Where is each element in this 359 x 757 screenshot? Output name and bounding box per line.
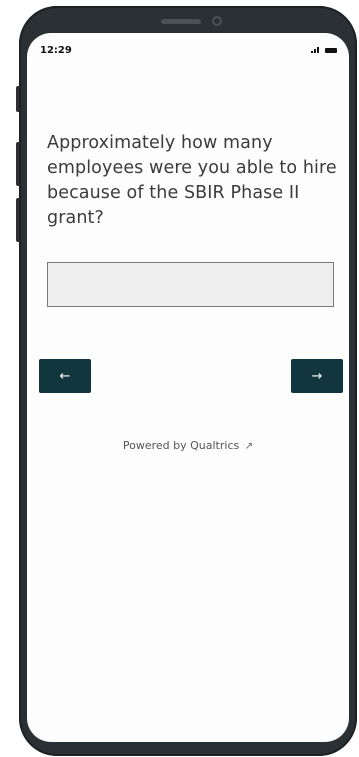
phone-screen: 12:29 Approximately how many employees w… — [27, 33, 349, 742]
external-link-icon: ↗ — [244, 441, 254, 452]
arrow-right-icon: → — [311, 368, 323, 384]
arrow-left-icon: ← — [59, 368, 71, 384]
phone-speaker — [161, 19, 201, 24]
battery-icon — [325, 48, 337, 53]
previous-button[interactable]: ← — [39, 359, 91, 393]
status-icons — [311, 47, 337, 53]
signal-icon — [311, 47, 319, 53]
status-time: 12:29 — [40, 45, 72, 56]
next-button[interactable]: → — [291, 359, 343, 393]
powered-by-link[interactable]: Powered by Qualtrics ↗ — [27, 439, 349, 452]
powered-by-text: Powered by Qualtrics — [122, 439, 240, 452]
camera-icon — [212, 16, 222, 26]
answer-input[interactable] — [47, 262, 334, 307]
question-text: Approximately how many employees were yo… — [47, 133, 337, 228]
